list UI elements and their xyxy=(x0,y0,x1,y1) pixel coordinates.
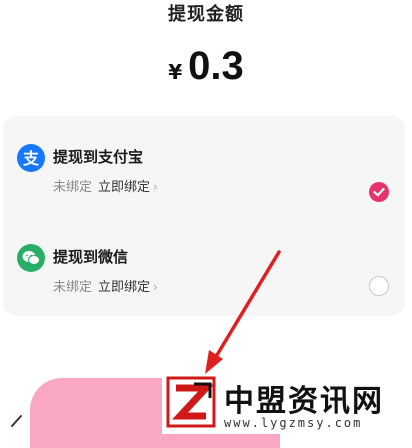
page-title: 提现金额 xyxy=(168,4,244,25)
currency-symbol: ¥ xyxy=(168,60,183,84)
watermark-url: www.lygzmsy.com xyxy=(224,416,363,430)
checkmark-icon xyxy=(373,187,385,197)
withdraw-amount: ¥ 0.3 xyxy=(0,44,412,89)
option-wechat-radio[interactable] xyxy=(369,276,389,296)
bind-now-link[interactable]: 立即绑定 xyxy=(98,280,150,295)
option-alipay-status: 未绑定 立即绑定 › xyxy=(53,176,158,195)
chevron-right-icon: › xyxy=(153,180,158,194)
amount-value: 0.3 xyxy=(188,44,244,88)
option-wechat[interactable]: 提现到微信 未绑定 立即绑定 › xyxy=(3,242,405,322)
watermark: 中盟资讯网 www.lygzmsy.com xyxy=(162,374,412,434)
watermark-logo-icon xyxy=(166,376,216,428)
chevron-right-icon: › xyxy=(153,280,158,294)
option-alipay-radio[interactable] xyxy=(369,182,389,202)
bind-status-text: 未绑定 xyxy=(53,180,93,195)
option-wechat-status: 未绑定 立即绑定 › xyxy=(53,276,158,295)
option-wechat-label: 提现到微信 xyxy=(53,248,129,266)
watermark-title: 中盟资讯网 xyxy=(224,384,384,419)
alipay-icon: 支 xyxy=(17,144,45,172)
bind-status-text: 未绑定 xyxy=(53,280,93,295)
option-alipay[interactable]: 支 提现到支付宝 未绑定 立即绑定 › xyxy=(3,142,405,222)
wechat-icon xyxy=(17,244,45,272)
option-alipay-label: 提现到支付宝 xyxy=(53,148,144,166)
svg-text:支: 支 xyxy=(22,149,40,168)
payout-options-card: 支 提现到支付宝 未绑定 立即绑定 › 提现到微信 未绑定 立即绑定 › xyxy=(3,116,405,316)
bind-now-link[interactable]: 立即绑定 xyxy=(98,180,150,195)
back-arrow-icon[interactable] xyxy=(0,402,30,434)
